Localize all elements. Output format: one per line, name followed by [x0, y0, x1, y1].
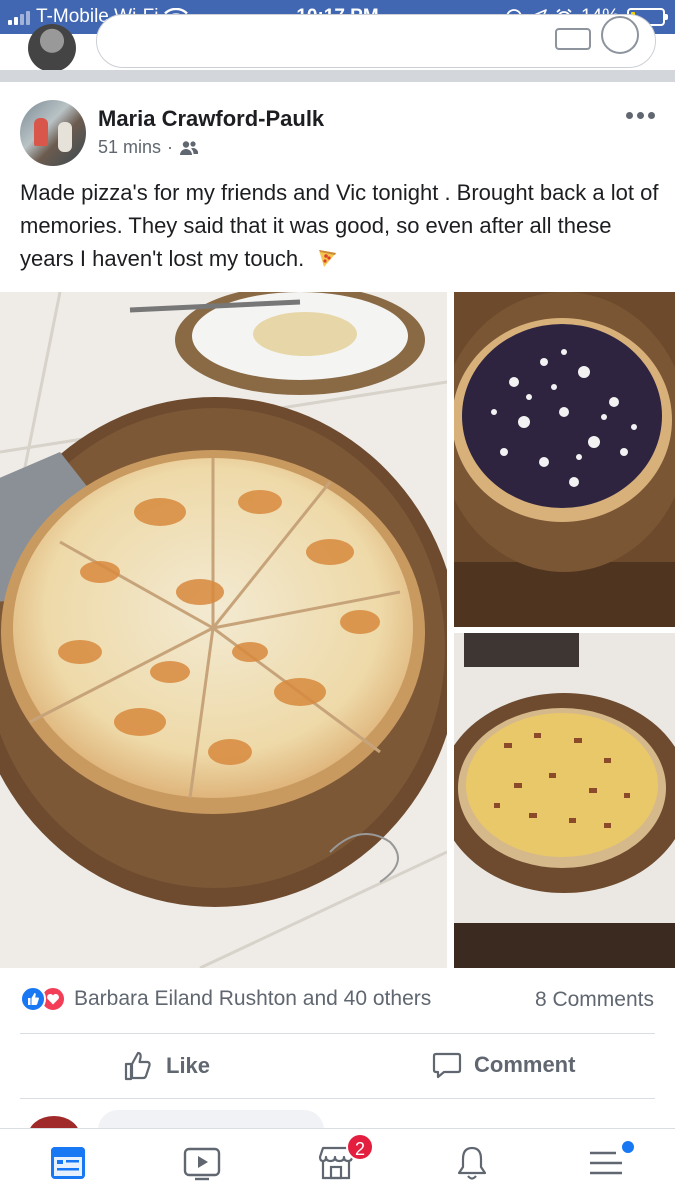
menu-icon [590, 1151, 622, 1175]
check-in-icon[interactable] [601, 16, 639, 54]
like-reaction-icon [20, 986, 46, 1012]
feed-divider [0, 70, 675, 82]
like-button[interactable]: Like [122, 1050, 210, 1082]
user-avatar[interactable] [28, 24, 76, 72]
post-meta: 51 mins · [98, 137, 199, 158]
photo-icon[interactable] [555, 28, 591, 50]
composer-strip [0, 14, 675, 72]
tab-notifications[interactable] [452, 1143, 496, 1187]
post-text: Made pizza's for my friends and Vic toni… [20, 176, 660, 275]
friends-icon [180, 140, 199, 155]
news-feed-icon [51, 1147, 85, 1179]
bacon-cheese-pizza-image [454, 633, 675, 968]
buffalo-chicken-pizza-image [0, 292, 447, 968]
notifications-bell-icon [457, 1146, 487, 1180]
watch-icon [183, 1147, 221, 1181]
comment-bubble-icon [432, 1052, 462, 1079]
reactions-summary[interactable]: Barbara Eiland Rushton and 40 others [20, 986, 431, 1012]
comment-button[interactable]: Comment [432, 1050, 575, 1080]
post-time[interactable]: 51 mins [98, 137, 161, 158]
comment-label: Comment [474, 1052, 576, 1077]
menu-dot-badge [622, 1141, 634, 1153]
meta-separator: · [167, 137, 174, 157]
tab-news-feed[interactable] [48, 1143, 92, 1187]
marketplace-badge: 2 [346, 1133, 374, 1161]
author-name[interactable]: Maria Crawford-Paulk [98, 106, 324, 132]
author-avatar[interactable] [20, 100, 86, 166]
post-photo-top-right[interactable] [454, 292, 675, 627]
like-label: Like [166, 1053, 211, 1078]
thumbs-up-icon [124, 1051, 151, 1081]
post-body: Made pizza's for my friends and Vic toni… [20, 180, 659, 271]
tab-marketplace[interactable]: 2 [316, 1133, 374, 1187]
post-photo-bottom-right[interactable] [454, 633, 675, 968]
comments-count[interactable]: 8 Comments [535, 988, 654, 1012]
divider [20, 1033, 655, 1034]
pizza-emoji-icon [319, 250, 337, 267]
reactors-text: Barbara Eiland Rushton and 40 others [74, 987, 432, 1010]
divider [20, 1098, 655, 1099]
bottom-tab-bar: 2 [0, 1128, 675, 1200]
tab-menu[interactable] [586, 1141, 634, 1187]
blueberry-pizza-image [454, 292, 675, 627]
tab-watch[interactable] [182, 1143, 226, 1187]
more-options-icon[interactable] [626, 112, 655, 119]
post-photo-main[interactable] [0, 292, 447, 968]
